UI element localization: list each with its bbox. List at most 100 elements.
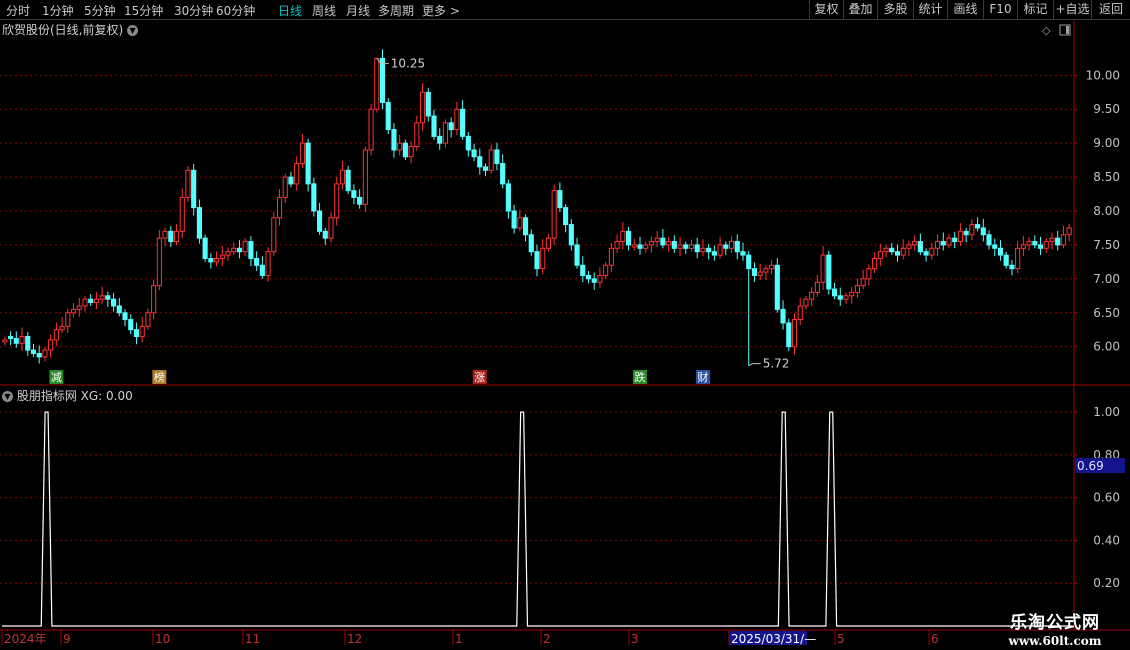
- watermark-url: www.60lt.com: [1008, 634, 1102, 648]
- candle-up: [757, 271, 763, 276]
- watermark-title: 乐淘公式网: [1010, 613, 1100, 633]
- candle-up: [242, 241, 248, 253]
- candle-up: [688, 244, 695, 249]
- max-price-label: 10.25: [391, 56, 425, 70]
- candle-down: [940, 241, 946, 246]
- candle-up: [488, 149, 494, 171]
- candle-up: [877, 251, 883, 259]
- candle-down: [534, 251, 540, 270]
- candle-up: [620, 230, 626, 243]
- candle-up: [368, 108, 374, 151]
- candle-down: [248, 241, 254, 259]
- candle-up: [294, 163, 300, 185]
- candle-down: [997, 247, 1004, 256]
- price-tick-label: 6.00: [1093, 340, 1120, 354]
- candle-down: [208, 257, 214, 263]
- event-tag-label: 跌: [634, 370, 645, 384]
- candle-down: [894, 251, 901, 256]
- candle-down: [786, 322, 792, 348]
- diamond-icon[interactable]: ◇: [1042, 24, 1051, 37]
- candle-up: [185, 169, 191, 198]
- candle-up: [700, 247, 706, 253]
- date-label: 5: [837, 632, 845, 646]
- min-price-pointer: [748, 363, 761, 367]
- candle-up: [934, 241, 941, 249]
- candle-up: [82, 298, 88, 307]
- candle-down: [13, 338, 19, 344]
- candle-down: [889, 247, 895, 253]
- candle-down: [317, 210, 323, 232]
- candle-down: [1032, 241, 1038, 246]
- candle-up: [551, 190, 557, 239]
- candle-up: [276, 196, 283, 219]
- candle-up: [328, 217, 334, 239]
- candle-up: [374, 57, 380, 110]
- candle-up: [797, 305, 803, 321]
- candle-up: [225, 251, 231, 256]
- candle-up: [145, 312, 151, 327]
- candle-down: [437, 135, 443, 144]
- candle-up: [214, 257, 220, 263]
- candle-up: [1066, 227, 1072, 236]
- candle-down: [637, 244, 643, 249]
- candle-up: [883, 247, 889, 253]
- chart-area[interactable]: 6.00 6.50 7.00 7.50 8.00 8.50 9.00 9.50 10.00 0.2…: [0, 0, 1130, 650]
- candle-down: [494, 149, 500, 165]
- candle-up: [906, 244, 912, 249]
- candle-down: [831, 288, 838, 297]
- candle-up: [53, 329, 59, 341]
- candle-down: [202, 237, 208, 259]
- candle-down: [505, 183, 511, 212]
- candle-down: [1037, 244, 1044, 249]
- candle-up: [803, 298, 809, 307]
- candle-up: [271, 217, 277, 253]
- candle-down: [236, 247, 243, 253]
- candle-down: [568, 224, 574, 246]
- candle-down: [191, 169, 197, 209]
- watermark: 乐淘公式网 www.60lt.com: [985, 608, 1125, 648]
- candle-up: [860, 278, 866, 287]
- candle-down: [351, 190, 357, 198]
- candle-down: [826, 254, 832, 290]
- candle-up: [728, 241, 735, 249]
- candle-down: [8, 336, 14, 340]
- candle-down: [711, 251, 717, 256]
- candle-down: [683, 244, 689, 249]
- price-tick-label: 9.00: [1093, 136, 1120, 150]
- candle-down: [574, 244, 580, 266]
- candle-up: [414, 122, 420, 148]
- indicator-tick-label: 0.40: [1093, 533, 1120, 547]
- candle-down: [980, 227, 986, 236]
- candle-down: [305, 142, 311, 185]
- candle-down: [563, 207, 569, 226]
- candle-down: [471, 149, 477, 158]
- candle-down: [975, 224, 981, 229]
- candle-up: [139, 325, 145, 338]
- candle-down: [196, 207, 202, 239]
- candle-down: [88, 298, 94, 304]
- candle-up: [1060, 234, 1066, 246]
- candle-down: [992, 244, 998, 249]
- candle-down: [311, 183, 317, 212]
- candle-up: [151, 285, 157, 314]
- cursor-value-label: 0.69: [1077, 459, 1104, 473]
- candle-down: [168, 230, 174, 243]
- candle-down: [1055, 237, 1061, 246]
- date-label: 3: [631, 632, 639, 646]
- candle-up: [162, 230, 168, 239]
- candle-up: [2, 339, 8, 343]
- candle-up: [969, 224, 975, 236]
- candle-down: [963, 230, 969, 236]
- candle-up: [929, 247, 935, 256]
- candle-down: [706, 247, 712, 253]
- candle-up: [791, 319, 798, 348]
- candle-down: [111, 298, 117, 307]
- candle-up: [70, 308, 77, 314]
- candle-up: [1026, 241, 1032, 246]
- candle-down: [122, 312, 128, 321]
- candle-down: [694, 244, 700, 253]
- candle-down: [740, 251, 746, 256]
- candle-down: [734, 241, 740, 253]
- candle-up: [597, 274, 603, 283]
- candle-up: [265, 251, 271, 276]
